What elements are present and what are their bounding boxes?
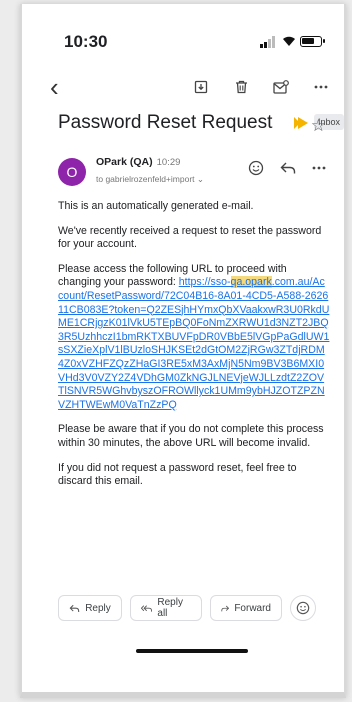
mark-unread-icon[interactable] (272, 78, 290, 96)
toolbar: ‹ (22, 72, 344, 102)
reply-button-label: Reply (85, 602, 111, 614)
reply-all-button-label: Reply all (157, 597, 183, 619)
body-paragraph-3: Please access the following URL to proce… (58, 263, 330, 413)
email-body: This is an automatically generated e-mai… (58, 200, 330, 500)
important-marker-icon[interactable] (294, 117, 308, 129)
toolbar-actions (192, 78, 330, 96)
reply-button-icon (69, 604, 80, 612)
forward-button-icon (221, 605, 230, 611)
forward-button-label: Forward (234, 602, 271, 614)
reply-actions-bar: Reply Reply all Forward (58, 594, 326, 622)
trash-icon[interactable] (232, 78, 250, 96)
reply-button[interactable]: Reply (58, 595, 122, 621)
signal-icon (260, 34, 278, 48)
reset-link-highlighted-part: qa.opark (230, 276, 272, 289)
status-bar: 10:30 (22, 32, 344, 56)
sender-name: OPark (QA) 10:29 (96, 156, 180, 168)
home-indicator[interactable] (136, 649, 248, 653)
reset-link-part-2: .com.au/Account/ResetPassword/72C04B16-8… (58, 276, 330, 411)
reset-password-link[interactable]: https://sso-qa.opark.com.au/Account/Rese… (58, 276, 330, 411)
status-icons (260, 34, 325, 48)
status-time: 10:30 (64, 32, 108, 51)
emoji-icon (296, 601, 310, 615)
recipient-details[interactable]: to gabrielrozenfeld+import ⌄ (96, 174, 204, 185)
reply-all-button-icon (141, 604, 152, 612)
back-icon[interactable]: ‹ (50, 72, 59, 103)
body-paragraph-2: We've recently received a request to res… (58, 224, 322, 251)
email-subject: Password Reset Request (58, 112, 273, 133)
phone-screen: 10:30 ‹ Password Reset Request Inbox ☆ O… (20, 4, 346, 698)
reply-icon[interactable] (280, 161, 296, 175)
subject-row: Password Reset Request Inbox ☆ (58, 112, 345, 138)
wifi-icon (283, 36, 295, 46)
email-time: 10:29 (156, 157, 181, 168)
reply-all-button[interactable]: Reply all (130, 595, 202, 621)
reset-link-part-1: https://sso- (178, 276, 231, 289)
more-icon[interactable] (312, 78, 330, 96)
body-paragraph-1: This is an automatically generated e-mai… (58, 200, 254, 212)
more-options-icon[interactable] (312, 166, 326, 170)
sender-name-text: OPark (QA) (96, 156, 153, 168)
sender-row: O OPark (QA) 10:29 to gabrielrozenfeld+im… (58, 154, 326, 190)
emoji-react-icon[interactable] (248, 160, 264, 176)
battery-icon (300, 35, 325, 47)
sender-actions (248, 160, 326, 176)
avatar: O (58, 158, 86, 186)
archive-icon[interactable] (192, 78, 210, 96)
forward-button[interactable]: Forward (210, 595, 282, 621)
body-paragraph-5: If you did not request a password reset,… (58, 461, 297, 488)
star-icon[interactable]: ☆ (311, 116, 326, 136)
emoji-button[interactable] (290, 595, 316, 621)
body-paragraph-4: Please be aware that if you do not compl… (58, 423, 324, 449)
